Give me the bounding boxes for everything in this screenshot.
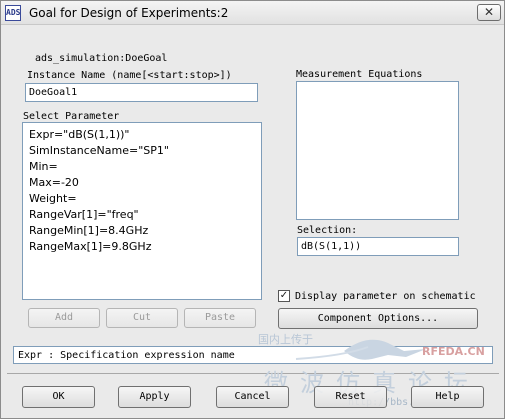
list-item[interactable]: Max=-20	[29, 176, 79, 189]
component-name-label: ads_simulation:DoeGoal	[35, 53, 168, 64]
watermark-line3: 国内上传于	[258, 333, 313, 346]
instance-name-value: DoeGoal1	[29, 87, 78, 98]
window-title: Goal for Design of Experiments:2	[29, 6, 229, 20]
list-item[interactable]: Min=	[29, 160, 58, 173]
list-item[interactable]: Expr="dB(S(1,1))"	[29, 128, 129, 141]
component-options-button[interactable]: Component Options...	[278, 308, 478, 329]
add-button[interactable]: Add	[28, 308, 100, 328]
cut-button[interactable]: Cut	[106, 308, 178, 328]
checkmark-icon: ✓	[279, 290, 289, 301]
instance-name-label: Instance Name (name[<start:stop>])	[27, 70, 232, 81]
status-text: Expr : Specification expression name	[18, 350, 235, 361]
display-parameter-checkbox[interactable]: ✓	[278, 290, 290, 302]
dialog-window: ADS Goal for Design of Experiments:2 ✕ a…	[0, 0, 505, 419]
display-parameter-label: Display parameter on schematic	[295, 291, 476, 302]
list-item[interactable]: SimInstanceName="SP1"	[29, 144, 169, 157]
list-item[interactable]: RangeMax[1]=9.8GHz	[29, 240, 151, 253]
list-item[interactable]: RangeVar[1]="freq"	[29, 208, 139, 221]
help-button[interactable]: Help	[411, 386, 484, 408]
select-parameter-label: Select Parameter	[23, 111, 120, 122]
status-field: Expr : Specification expression name	[13, 346, 493, 364]
paste-button[interactable]: Paste	[184, 308, 256, 328]
instance-name-input[interactable]: DoeGoal1	[25, 83, 258, 102]
separator	[7, 373, 499, 374]
list-item[interactable]: Weight=	[29, 192, 77, 205]
ok-button[interactable]: OK	[22, 386, 95, 408]
title-bar[interactable]: ADS Goal for Design of Experiments:2 ✕	[1, 1, 504, 25]
selection-value: dB(S(1,1))	[301, 241, 362, 252]
app-icon: ADS	[5, 5, 21, 21]
close-button[interactable]: ✕	[477, 4, 501, 21]
selection-label: Selection:	[297, 225, 358, 236]
cancel-button[interactable]: Cancel	[216, 386, 289, 408]
reset-button[interactable]: Reset	[314, 386, 387, 408]
measurement-equations-box[interactable]	[296, 81, 459, 220]
list-item[interactable]: RangeMin[1]=8.4GHz	[29, 224, 148, 237]
selection-input[interactable]: dB(S(1,1))	[297, 237, 459, 256]
measurement-equations-label: Measurement Equations	[296, 69, 423, 80]
apply-button[interactable]: Apply	[118, 386, 191, 408]
close-icon: ✕	[483, 5, 495, 19]
parameter-list[interactable]: Expr="dB(S(1,1))" SimInstanceName="SP1" …	[22, 122, 262, 300]
